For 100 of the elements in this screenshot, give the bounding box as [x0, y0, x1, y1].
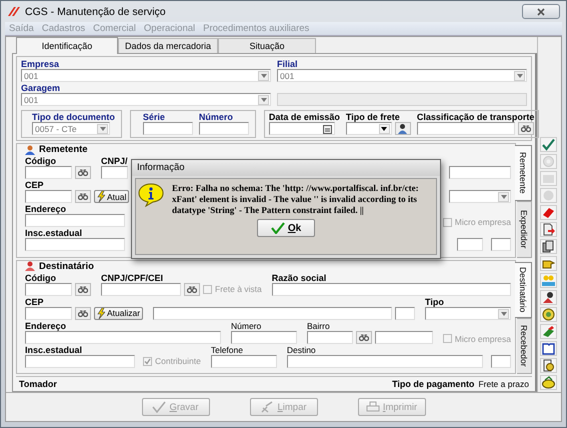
lookup-button[interactable]	[75, 190, 91, 203]
update-button[interactable]: Atualizar	[94, 306, 144, 320]
field-label: Tipo de documento	[32, 112, 115, 122]
close-icon	[537, 8, 545, 16]
tab[interactable]: Situação	[218, 38, 316, 53]
input-field[interactable]	[491, 354, 511, 368]
info-icon	[138, 183, 164, 207]
dropdown-field[interactable]	[449, 190, 511, 203]
export-icon[interactable]	[542, 223, 555, 236]
input-field[interactable]	[142, 122, 193, 135]
binoculars-icon	[187, 286, 197, 292]
input-field[interactable]	[25, 306, 72, 320]
field-label: Garagem	[21, 83, 62, 93]
field-label: Bairro	[307, 320, 331, 330]
input-field[interactable]	[101, 166, 128, 179]
input-field[interactable]	[25, 330, 221, 344]
check-icon[interactable]	[542, 138, 555, 151]
calendar-icon[interactable]	[322, 125, 332, 134]
dropdown-arrow-icon	[500, 195, 506, 199]
field-label: Classificação de transporte	[416, 112, 534, 122]
side-tab[interactable]: Destinatário	[515, 262, 532, 318]
update-button[interactable]: Atual	[94, 190, 130, 203]
dropdown-field[interactable]: 001	[277, 69, 527, 82]
input-field[interactable]	[25, 214, 125, 227]
logo-icon	[7, 6, 21, 17]
lookup-button[interactable]	[75, 166, 91, 179]
lookup-button[interactable]	[356, 330, 372, 344]
lightning-icon	[97, 308, 105, 318]
person-icon	[25, 144, 35, 154]
lookup-button[interactable]	[75, 282, 91, 296]
checkbox-label: Contribuinte	[155, 356, 201, 366]
field-label: Código	[25, 272, 57, 282]
field-label: Número	[231, 320, 262, 330]
field-label: Código	[25, 156, 57, 166]
checkbox-label: Frete à vista	[215, 284, 262, 294]
ok-button[interactable]: Ok	[257, 219, 315, 237]
input-field[interactable]	[25, 354, 135, 368]
input-field[interactable]	[153, 306, 392, 320]
input-field[interactable]	[101, 282, 181, 296]
field-label: Insc.estadual	[25, 228, 84, 238]
lookup-button[interactable]	[518, 122, 534, 135]
dropdown-arrow-icon	[260, 98, 266, 102]
input-field[interactable]	[25, 238, 125, 251]
field-label: Telefone	[210, 344, 244, 354]
binoculars-icon	[359, 334, 369, 340]
input-field[interactable]	[457, 238, 483, 251]
dropdown-field[interactable]: 001	[21, 69, 271, 82]
input-field[interactable]	[25, 166, 72, 179]
dropdown-field[interactable]: 001	[21, 93, 271, 106]
eraser-icon[interactable]	[542, 206, 555, 219]
input-field[interactable]	[198, 122, 249, 135]
dropdown-arrow-icon	[516, 74, 522, 78]
input-field[interactable]	[286, 354, 483, 368]
binoculars-icon	[521, 125, 532, 132]
people-icon[interactable]	[542, 274, 555, 287]
input-field[interactable]	[395, 306, 415, 320]
printer-icon	[366, 401, 380, 413]
pages-icon[interactable]	[542, 240, 555, 253]
binoculars-icon	[78, 193, 88, 200]
person-icon[interactable]	[542, 291, 555, 304]
book-icon[interactable]	[542, 342, 555, 355]
input-field[interactable]	[231, 330, 297, 344]
lookup-button[interactable]	[75, 306, 91, 320]
date-field[interactable]	[268, 122, 335, 135]
field-label: Tipo de pagamento	[392, 378, 474, 388]
input-field[interactable]	[307, 330, 353, 344]
checkbox-label: Micro empresa	[454, 217, 511, 227]
field-label: CNPJ/	[101, 156, 128, 166]
binoculars-icon	[78, 286, 88, 292]
dropdown-field[interactable]: 0057 - CTe	[32, 122, 110, 135]
window-title: CGS - Manutenção de serviço	[25, 6, 166, 18]
close-button[interactable]	[522, 4, 560, 19]
input-field[interactable]	[272, 282, 511, 296]
lookup-button[interactable]	[184, 282, 200, 296]
input-field[interactable]	[416, 122, 516, 135]
dropdown-field[interactable]	[346, 122, 392, 135]
tab[interactable]: Dados da mercadoria	[118, 38, 218, 53]
input-field[interactable]	[449, 166, 511, 179]
binoculars-icon	[78, 310, 88, 316]
group-title: Destinatário	[39, 260, 94, 272]
field-label: Insc.estadual	[25, 344, 84, 354]
field-label: Destino	[286, 344, 317, 354]
input-field[interactable]	[491, 238, 511, 251]
field-value: Frete a prazo	[478, 378, 529, 388]
dropdown-field[interactable]	[425, 306, 511, 320]
field-label: Tipo de frete	[346, 112, 401, 122]
tab[interactable]: Identificação	[16, 37, 118, 54]
lightning-icon	[97, 191, 105, 202]
input-field[interactable]	[375, 330, 433, 344]
side-tab[interactable]: Recebedor	[517, 318, 532, 374]
field-label: CEP	[25, 180, 45, 190]
input-field[interactable]	[25, 190, 72, 203]
side-tab[interactable]: Remetente	[515, 145, 532, 202]
field-label: Razão social	[272, 272, 328, 282]
person-button[interactable]	[394, 122, 411, 135]
input-field[interactable]	[25, 282, 72, 296]
dropdown-arrow-icon	[100, 127, 106, 131]
binoculars-icon	[78, 169, 88, 176]
side-tab[interactable]: Expedidor	[517, 201, 532, 258]
input-field[interactable]	[210, 354, 277, 368]
